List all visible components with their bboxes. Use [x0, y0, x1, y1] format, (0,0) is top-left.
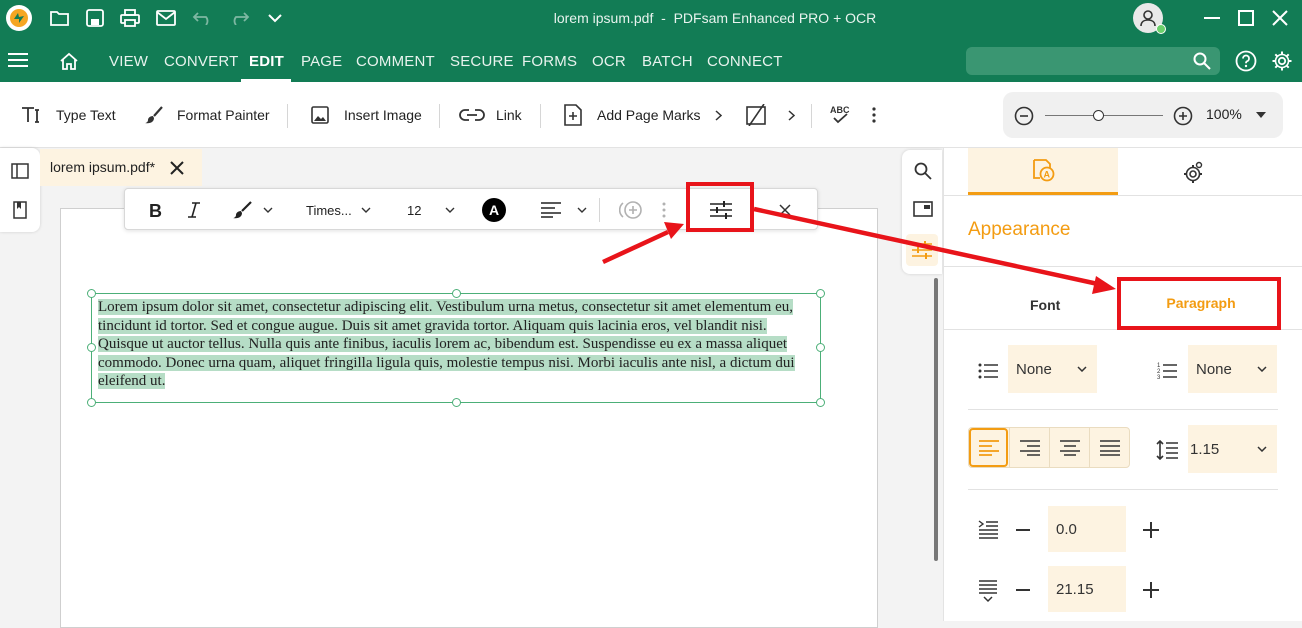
arrow-to-properties-button: [602, 229, 669, 265]
arrowhead-paragraph-tab: [1092, 276, 1116, 294]
arrow-to-paragraph-tab: [753, 206, 1099, 287]
annotation-arrows: [602, 206, 1116, 294]
